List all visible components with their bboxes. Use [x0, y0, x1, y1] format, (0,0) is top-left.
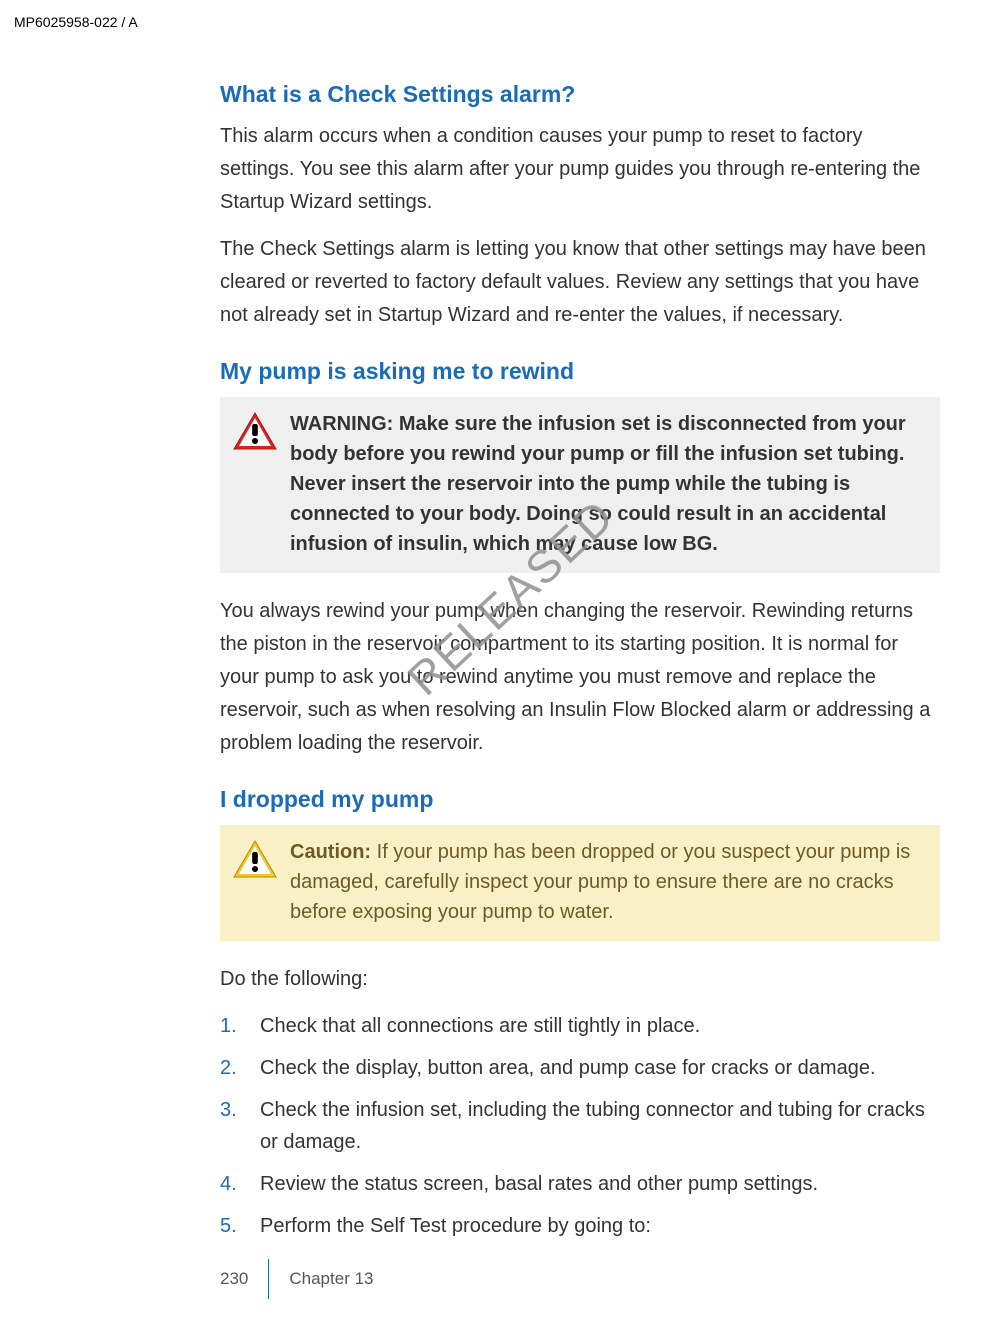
- paragraph: This alarm occurs when a condition cause…: [220, 120, 940, 219]
- list-item: 5. Perform the Self Test procedure by goi…: [220, 1210, 940, 1242]
- section-heading-dropped: I dropped my pump: [220, 786, 940, 813]
- list-text: Check the display, button area, and pump…: [260, 1057, 876, 1079]
- caution-icon: [232, 839, 278, 884]
- list-number: 1.: [220, 1010, 237, 1042]
- steps-list: 1. Check that all connections are still t…: [220, 1010, 940, 1242]
- warning-callout: WARNING: Make sure the infusion set is d…: [220, 397, 940, 573]
- page-content: What is a Check Settings alarm? This ala…: [220, 55, 940, 1252]
- document-id: MP6025958-022 / A: [14, 14, 138, 30]
- chapter-label: Chapter 13: [289, 1269, 373, 1289]
- list-number: 5.: [220, 1210, 237, 1242]
- list-number: 2.: [220, 1052, 237, 1084]
- list-text: Perform the Self Test procedure by going…: [260, 1215, 651, 1237]
- list-item: 3. Check the infusion set, including the …: [220, 1094, 940, 1158]
- caution-body: If your pump has been dropped or you sus…: [290, 841, 910, 923]
- page-footer: 230 Chapter 13: [220, 1265, 374, 1293]
- paragraph: The Check Settings alarm is letting you …: [220, 233, 940, 332]
- caution-text: Caution: If your pump has been dropped o…: [290, 837, 922, 927]
- footer-divider: [268, 1259, 269, 1299]
- lead-text: Do the following:: [220, 963, 940, 996]
- list-item: 4. Review the status screen, basal rates …: [220, 1168, 940, 1200]
- section-heading-check-settings: What is a Check Settings alarm?: [220, 81, 940, 108]
- page-number: 230: [220, 1269, 268, 1289]
- caution-label: Caution:: [290, 841, 377, 863]
- warning-icon: [232, 411, 278, 456]
- list-number: 3.: [220, 1094, 237, 1126]
- list-number: 4.: [220, 1168, 237, 1200]
- list-item: 2. Check the display, button area, and pu…: [220, 1052, 940, 1084]
- warning-label: WARNING:: [290, 413, 399, 435]
- list-text: Review the status screen, basal rates an…: [260, 1173, 818, 1195]
- warning-text: WARNING: Make sure the infusion set is d…: [290, 409, 922, 559]
- list-text: Check that all connections are still tig…: [260, 1015, 700, 1037]
- list-item: 1. Check that all connections are still t…: [220, 1010, 940, 1042]
- caution-callout: Caution: If your pump has been dropped o…: [220, 825, 940, 941]
- paragraph: You always rewind your pump when changin…: [220, 595, 940, 760]
- section-heading-rewind: My pump is asking me to rewind: [220, 358, 940, 385]
- list-text: Check the infusion set, including the tu…: [260, 1099, 925, 1153]
